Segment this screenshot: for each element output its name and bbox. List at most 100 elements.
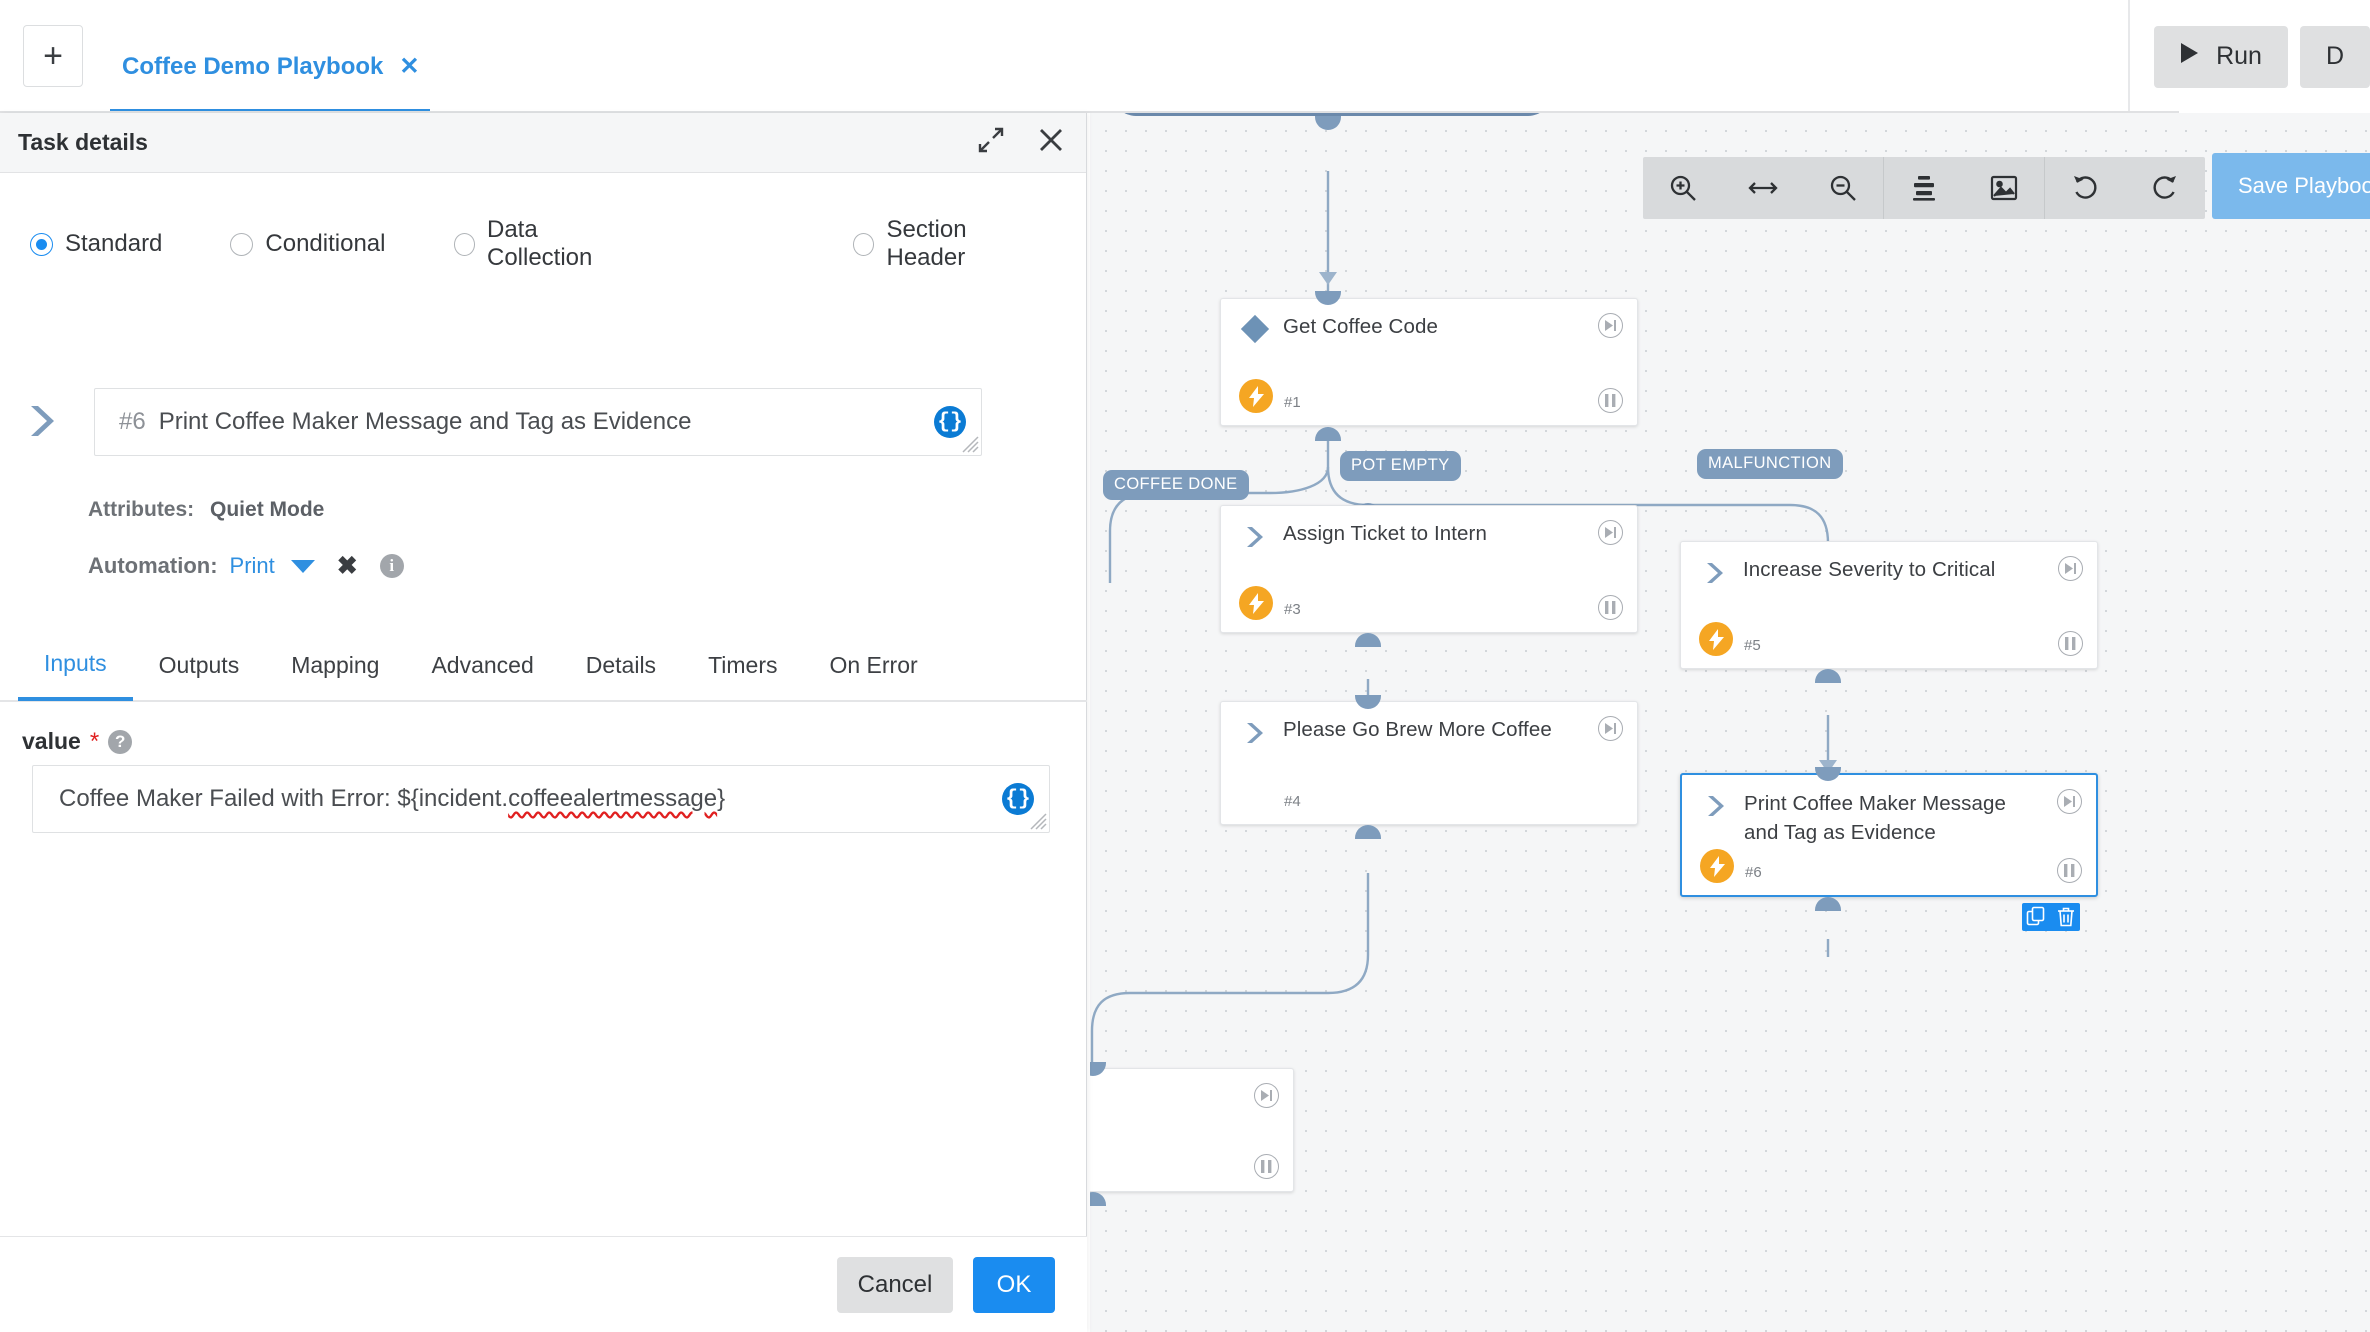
task-name-input[interactable]: #6 Print Coffee Maker Message and Tag as… <box>94 388 982 456</box>
node-number: #4 <box>1284 793 1301 810</box>
node-get-coffee-code[interactable]: Get Coffee Code #1 <box>1220 298 1638 426</box>
tab-outputs[interactable]: Outputs <box>133 629 266 701</box>
task-chevron-icon <box>1245 722 1267 744</box>
help-icon[interactable]: ? <box>108 729 133 754</box>
automation-bolt-icon <box>1239 586 1273 620</box>
task-chevron-icon <box>27 404 61 438</box>
radio-data-collection[interactable]: Data Collection <box>453 216 639 272</box>
automation-row: Automation: Print ✖ i <box>88 553 404 579</box>
undo-icon[interactable] <box>2045 157 2125 219</box>
save-playbook-button[interactable]: Save Playbook <box>2212 153 2370 219</box>
tab-label: Coffee Demo Playbook <box>122 52 384 80</box>
tab-details[interactable]: Details <box>560 629 682 701</box>
dialog-title: Task details <box>18 129 148 155</box>
resize-grip-icon[interactable] <box>957 431 979 453</box>
pause-task-icon[interactable] <box>2058 631 2083 656</box>
node-print-coffee-maker-message[interactable]: Print Coffee Maker Message and Tag as Ev… <box>1680 773 2098 897</box>
chevron-down-icon[interactable] <box>290 559 315 573</box>
cancel-button[interactable]: Cancel <box>837 1256 953 1313</box>
node-assign-ticket-to-intern[interactable]: Assign Ticket to Intern #3 <box>1220 505 1638 633</box>
value-field-label: value * ? <box>22 728 133 755</box>
node-number: #1 <box>1284 394 1301 411</box>
dialog-header: Task details <box>0 113 1086 173</box>
zoom-in-icon[interactable] <box>1643 157 1723 219</box>
task-type-radio-group: Standard Conditional Data Collection Sec… <box>30 216 1040 272</box>
task-chevron-icon <box>1245 526 1267 548</box>
skip-task-icon[interactable] <box>2058 556 2083 581</box>
top-bar: + Coffee Demo Playbook ✕ Run D <box>0 0 2370 113</box>
tab-timers[interactable]: Timers <box>682 629 803 701</box>
tab-inputs[interactable]: Inputs <box>18 629 133 701</box>
pause-task-icon[interactable] <box>2057 858 2082 883</box>
info-icon[interactable]: i <box>379 554 404 578</box>
node-number: #3 <box>1284 601 1301 618</box>
decision-diamond-icon <box>1240 314 1270 344</box>
branch-label-pot-empty[interactable]: POT EMPTY <box>1340 451 1461 481</box>
zoom-out-icon[interactable] <box>1803 157 1883 219</box>
clear-automation-icon[interactable]: ✖ <box>337 553 358 579</box>
skip-task-icon[interactable] <box>1254 1083 1279 1108</box>
node-partially-hidden[interactable] <box>1090 1068 1294 1192</box>
close-tab-icon[interactable]: ✕ <box>399 52 419 81</box>
tab-on-error[interactable]: On Error <box>803 629 943 701</box>
radio-dot-icon <box>453 232 475 256</box>
export-image-icon[interactable] <box>1964 157 2044 219</box>
zoom-group <box>1643 157 1883 219</box>
automation-value[interactable]: Print <box>230 553 275 579</box>
radio-conditional[interactable]: Conditional <box>230 230 386 258</box>
redo-icon[interactable] <box>2125 157 2205 219</box>
branch-label-coffee-done[interactable]: COFFEE DONE <box>1103 470 1249 500</box>
canvas-toolbar <box>1643 157 2205 219</box>
tab-coffee-demo-playbook[interactable]: Coffee Demo Playbook ✕ <box>110 24 430 113</box>
radio-label: Data Collection <box>486 216 593 271</box>
pause-task-icon[interactable] <box>1254 1154 1279 1179</box>
skip-task-icon[interactable] <box>1598 716 1623 741</box>
dialog-tab-bar: Inputs Outputs Mapping Advanced Details … <box>0 630 1087 702</box>
radio-dot-icon <box>30 232 53 256</box>
skip-task-icon[interactable] <box>2057 789 2082 814</box>
node-title: Get Coffee Code <box>1283 315 1438 338</box>
close-icon[interactable] <box>1038 127 1064 158</box>
expand-icon[interactable] <box>978 127 1004 158</box>
fit-width-icon[interactable] <box>1723 157 1803 219</box>
resize-grip-icon[interactable] <box>1025 808 1047 830</box>
skip-task-icon[interactable] <box>1598 520 1623 545</box>
run-button[interactable]: Run <box>2154 25 2288 88</box>
node-action-bar[interactable] <box>2022 903 2080 931</box>
align-icon[interactable] <box>1884 157 1964 219</box>
node-title: Assign Ticket to Intern <box>1283 522 1487 545</box>
dialog-footer: Cancel OK <box>0 1236 1087 1332</box>
value-text-plain: Coffee Maker Failed with Error: ${incide… <box>59 785 509 812</box>
node-please-go-brew-more-coffee[interactable]: Please Go Brew More Coffee #4 <box>1220 701 1638 825</box>
radio-label: Standard <box>65 230 163 257</box>
secondary-action-button[interactable]: D <box>2299 25 2370 88</box>
radio-dot-icon <box>230 232 254 256</box>
value-label-text: value <box>22 728 81 754</box>
branch-label-malfunction[interactable]: MALFUNCTION <box>1697 449 1843 479</box>
ok-button[interactable]: OK <box>973 1256 1055 1313</box>
pause-task-icon[interactable] <box>1598 388 1623 413</box>
automation-label: Automation: <box>88 553 218 578</box>
automation-bolt-icon <box>1239 379 1273 413</box>
node-title: Increase Severity to Critical <box>1743 558 1996 581</box>
playbook-canvas[interactable]: Playbook Triggered Inputs / Outputs Get … <box>1090 113 2370 1332</box>
radio-label: Section Header <box>886 216 967 271</box>
task-name-row: #6 Print Coffee Maker Message and Tag as… <box>20 388 1070 458</box>
copy-node-icon[interactable] <box>2026 906 2048 928</box>
add-tab-button[interactable]: + <box>23 25 83 87</box>
tab-advanced[interactable]: Advanced <box>405 629 559 701</box>
skip-task-icon[interactable] <box>1598 313 1623 338</box>
tab-mapping[interactable]: Mapping <box>265 629 405 701</box>
automation-bolt-icon <box>1699 622 1733 656</box>
node-increase-severity-to-critical[interactable]: Increase Severity to Critical #5 <box>1680 541 2098 669</box>
radio-section-header[interactable]: Section Header <box>853 216 1040 272</box>
node-number: #5 <box>1744 637 1761 654</box>
value-input[interactable]: Coffee Maker Failed with Error: ${incide… <box>32 765 1050 833</box>
attributes-value: Quiet Mode <box>210 498 325 521</box>
pause-task-icon[interactable] <box>1598 595 1623 620</box>
delete-node-icon[interactable] <box>2056 906 2076 928</box>
value-text-misspelled: coffeealertmessage <box>508 785 718 812</box>
play-icon <box>2180 42 2200 71</box>
value-text-tail: } <box>717 785 726 812</box>
radio-standard[interactable]: Standard <box>30 230 162 258</box>
